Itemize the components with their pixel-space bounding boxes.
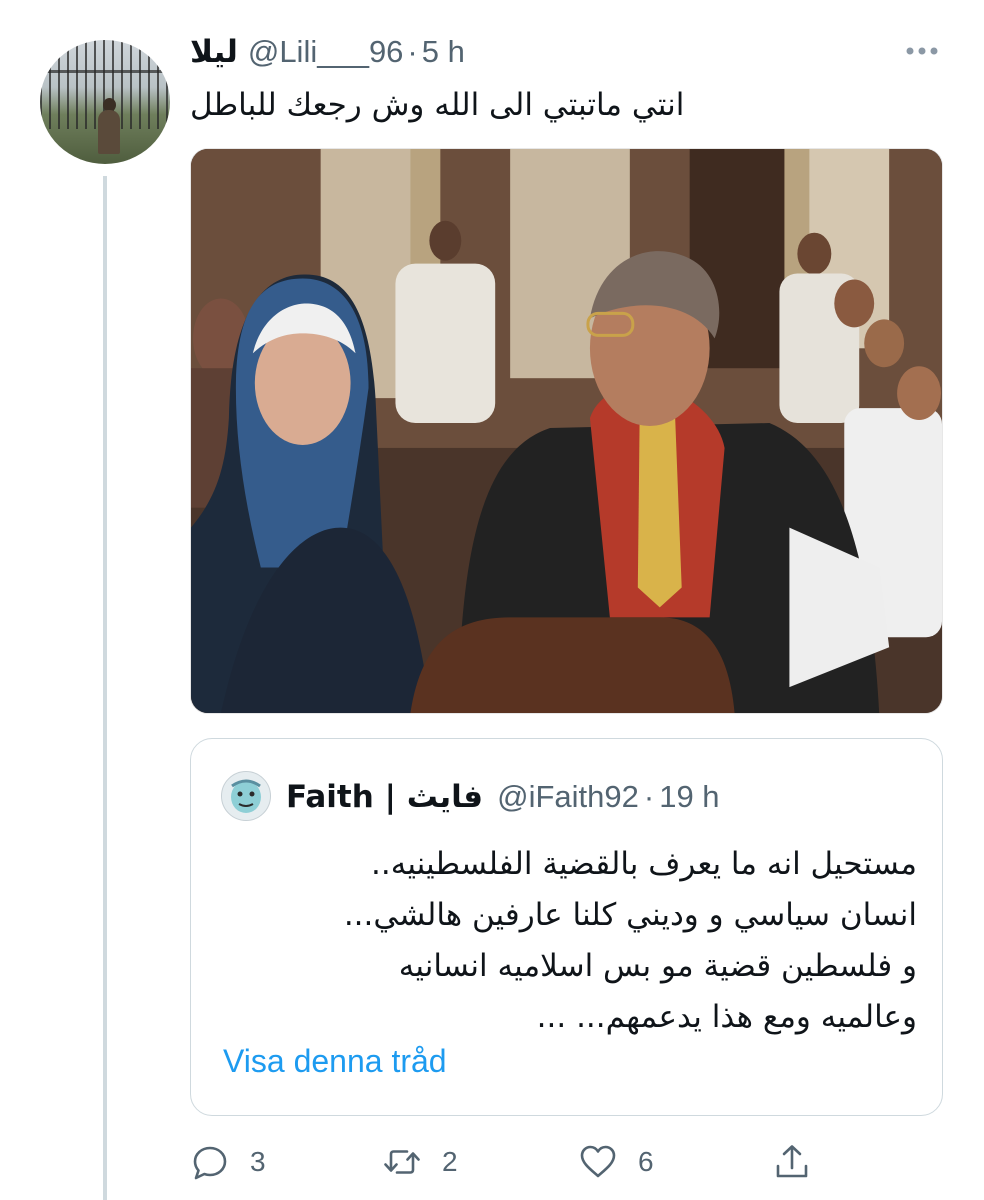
author-avatar[interactable]	[40, 40, 170, 164]
reply-icon	[193, 1146, 227, 1180]
reply-button[interactable]: 3	[190, 1134, 266, 1190]
retweet-count: 2	[442, 1146, 458, 1177]
share-icon	[776, 1145, 808, 1178]
quoted-text-line: انسان سياسي و وديني كلنا عارفين هالشي...	[343, 897, 917, 933]
more-options-button[interactable]	[902, 36, 942, 66]
like-button[interactable]: 6	[578, 1134, 654, 1190]
heart-icon	[580, 1145, 616, 1178]
face-icon	[222, 772, 270, 820]
quoted-author-name[interactable]: Faith | فايث	[286, 779, 483, 815]
author-name[interactable]: ليلا	[190, 34, 238, 70]
avatar-figure	[98, 110, 120, 154]
quoted-text-line: وعالميه ومع هذا يدعمهم... ...	[536, 999, 917, 1035]
tweet-media-image[interactable]	[190, 148, 943, 714]
tweet-actions-bar: 3 2 6	[190, 1134, 950, 1190]
avatar-fence-rail	[40, 69, 170, 73]
quoted-author-handle[interactable]: @iFaith92 · 19 h	[497, 779, 719, 815]
quoted-tweet-time: 19 h	[659, 779, 720, 814]
quoted-text-line: مستحيل انه ما يعرف بالقضية الفلسطينيه..	[371, 846, 917, 882]
retweet-icon	[384, 1150, 420, 1174]
tweet-text: انتي ماتبتي الى الله وش رجعك للباطل	[190, 87, 685, 123]
author-handle[interactable]: @Lili___96 · 5 h	[248, 34, 465, 70]
reply-count: 3	[250, 1146, 266, 1177]
tweet-header: ليلا @Lili___96 · 5 h	[190, 30, 465, 74]
share-button[interactable]	[772, 1134, 812, 1190]
tweet-time: 5 h	[421, 34, 465, 69]
quoted-author-avatar[interactable]	[221, 771, 271, 821]
quoted-tweet-header: Faith | فايث @iFaith92 · 19 h	[286, 775, 720, 819]
show-thread-link[interactable]: Visa denna tråd	[223, 1043, 447, 1080]
quoted-tweet-card[interactable]: Faith | فايث @iFaith92 · 19 h مستحيل انه م…	[190, 738, 943, 1116]
quoted-text-line: و فلسطين قضية مو بس اسلاميه انسانيه	[398, 948, 917, 984]
ellipsis-icon	[906, 47, 938, 55]
quoted-tweet-text: مستحيل انه ما يعرف بالقضية الفلسطينيه.. …	[217, 839, 917, 1043]
thread-connector-line	[103, 176, 107, 1200]
retweet-button[interactable]: 2	[382, 1134, 458, 1190]
like-count: 6	[638, 1146, 654, 1177]
movie-still-illustration	[191, 149, 942, 713]
